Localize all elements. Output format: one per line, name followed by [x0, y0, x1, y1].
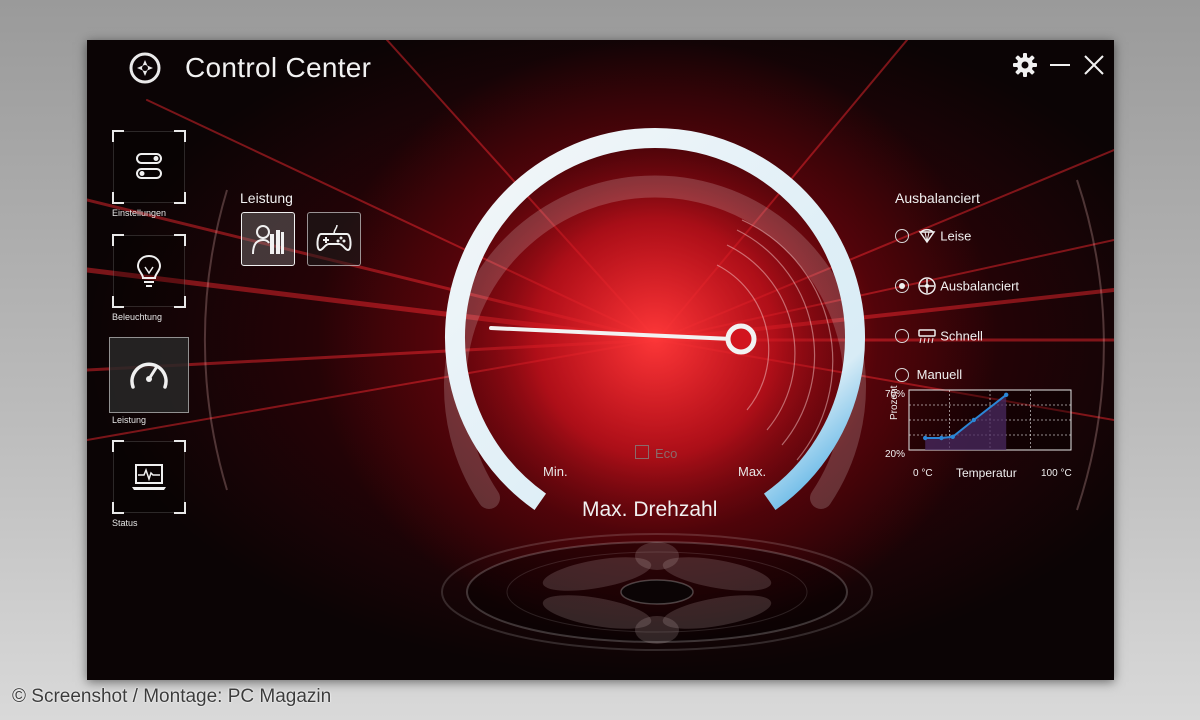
fan-graphic — [441, 533, 873, 651]
gamepad-icon — [316, 224, 352, 252]
chart-point — [939, 435, 944, 441]
toggles-icon — [136, 153, 162, 179]
fan-profile-heading: Ausbalanciert — [895, 190, 980, 206]
eco-label: Eco — [655, 446, 678, 461]
x-axis-label: Temperatur — [956, 466, 1017, 480]
control-center-window: Control Center Einstellungen Beleuchtung… — [87, 40, 1114, 680]
sidebar-item-beleuchtung[interactable] — [112, 234, 186, 308]
eco-checkbox[interactable]: Eco — [635, 445, 677, 461]
gauge-hub — [725, 323, 757, 355]
radio-leise[interactable] — [895, 229, 909, 243]
chart-point — [950, 434, 955, 439]
gauge-min-label: Min. — [543, 464, 568, 479]
office-mode-button[interactable] — [241, 212, 295, 266]
radio-schnell[interactable] — [895, 329, 909, 343]
chart-point — [1004, 392, 1009, 397]
fan-balanced-icon — [917, 277, 936, 295]
fan-mode-title: Max. Drehzahl — [582, 498, 718, 521]
performance-label: Leistung — [240, 190, 293, 206]
gauge-max-label: Max. — [738, 464, 767, 479]
radio-ausbalanciert[interactable] — [895, 279, 909, 293]
close-icon[interactable] — [1081, 52, 1107, 78]
y-axis-label: Prozent — [889, 385, 900, 420]
x-tick-label-right: 100 °C — [1041, 468, 1072, 479]
sidebar-label-beleuchtung: Beleuchtung — [112, 312, 163, 322]
sidebar-item-leistung[interactable] — [109, 337, 189, 413]
office-reader-icon — [252, 225, 284, 255]
fan-fast-icon — [917, 329, 936, 344]
laptop-pulse-icon — [132, 464, 166, 490]
sidebar-item-status[interactable] — [112, 440, 186, 514]
fan-option-manuell[interactable]: Manuell — [895, 366, 962, 382]
fan-option-leise[interactable]: Leise — [895, 226, 971, 246]
sidebar-label-einstellungen: Einstellungen — [112, 208, 167, 218]
fan-option-label-ausbalanciert: Ausbalanciert — [940, 278, 1020, 294]
lightbulb-icon — [136, 254, 162, 287]
gaming-mode-button[interactable] — [307, 212, 361, 266]
eco-checkbox-box — [635, 445, 649, 459]
fan-option-label-manuell: Manuell — [916, 367, 963, 383]
fan-option-ausbalanciert[interactable]: Ausbalanciert — [895, 276, 1019, 296]
fan-option-label-schnell: Schnell — [940, 328, 983, 344]
chart-point — [923, 435, 928, 441]
sidebar-label-leistung: Leistung — [112, 415, 147, 425]
fan-option-label-leise: Leise — [940, 228, 972, 244]
radio-manuell[interactable] — [895, 367, 909, 382]
sidebar-label-status: Status — [112, 518, 138, 528]
fan-quiet-icon — [918, 229, 936, 244]
y-tick-label-bottom: 20% — [885, 449, 906, 460]
speedometer-icon — [130, 362, 168, 389]
app-logo-icon — [129, 52, 161, 84]
sidebar-item-einstellungen[interactable] — [112, 130, 186, 204]
x-tick-label-left: 0 °C — [913, 468, 933, 479]
fan-option-schnell[interactable]: Schnell — [895, 326, 983, 346]
chart-point — [971, 417, 976, 423]
minimize-icon[interactable] — [1047, 52, 1073, 78]
settings-gear-icon[interactable] — [1012, 52, 1038, 78]
image-credit: © Screenshot / Montage: PC Magazin — [12, 686, 332, 707]
app-title: Control Center — [185, 52, 372, 83]
